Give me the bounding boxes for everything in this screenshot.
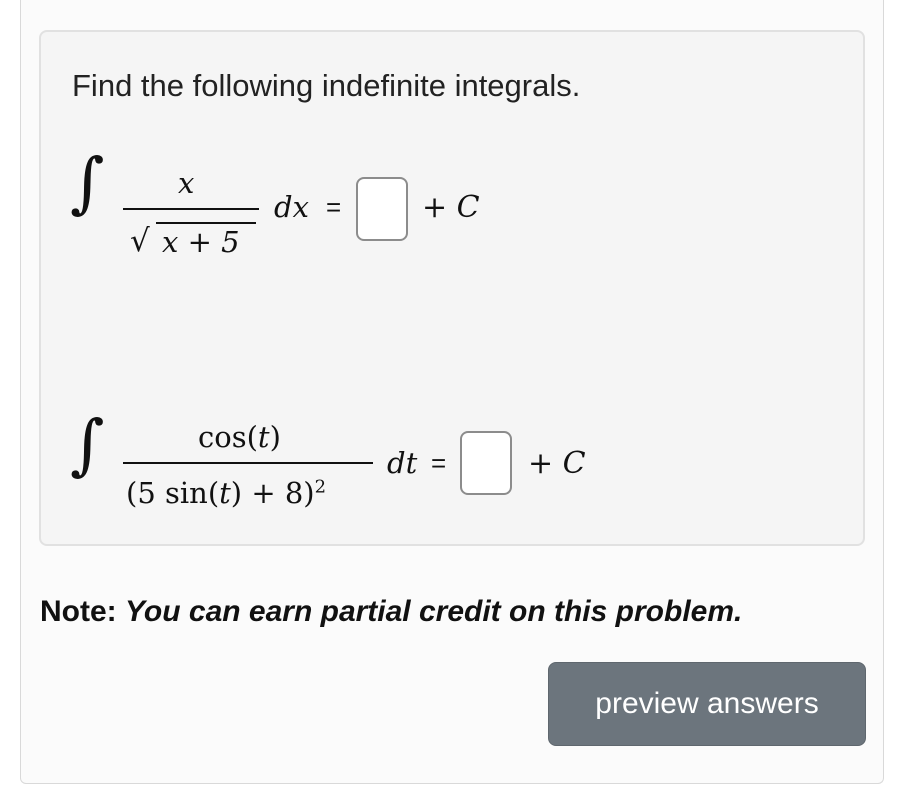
integral-1-differential: dx <box>274 190 309 224</box>
numerator-function: cos( <box>198 420 258 454</box>
note-label: Note: <box>40 595 117 628</box>
note-text: You can earn partial credit on this prob… <box>125 595 743 628</box>
integral-2-differential: dt <box>387 446 418 480</box>
denominator-variable: t <box>219 476 231 510</box>
answer-input-1[interactable] <box>356 177 408 241</box>
integral-1-constant: + C <box>422 190 480 225</box>
preview-answers-button[interactable]: preview answers <box>548 662 866 746</box>
equals-sign: = <box>326 192 342 222</box>
denominator-open: (5 sin( <box>126 476 220 510</box>
integral-2-denominator: (5 sin(t) + 8)2 <box>126 476 326 510</box>
fraction-bar <box>123 462 373 464</box>
numerator-close: ) <box>269 420 281 454</box>
radical-sign: √ <box>130 223 150 259</box>
denominator-rest: ) + 8) <box>230 476 315 510</box>
answer-input-2[interactable] <box>460 431 512 495</box>
denominator-exponent: 2 <box>314 476 327 498</box>
equals-sign: = <box>431 448 447 478</box>
fraction-bar <box>123 208 259 210</box>
integral-1-denominator: x + 5 <box>162 225 240 259</box>
partial-credit-note: Note: You can earn partial credit on thi… <box>40 595 742 629</box>
integral-2-constant: + C <box>528 446 586 481</box>
problem-instruction: Find the following indefinite integrals. <box>72 68 581 103</box>
integral-sign: ∫ <box>70 144 105 221</box>
numerator-variable: t <box>257 420 270 454</box>
integral-2-numerator: cos(t) <box>198 420 281 454</box>
integral-1-numerator: x <box>178 166 195 200</box>
radical-overline <box>156 222 256 224</box>
integral-sign: ∫ <box>70 406 105 483</box>
problem-card <box>39 30 865 546</box>
